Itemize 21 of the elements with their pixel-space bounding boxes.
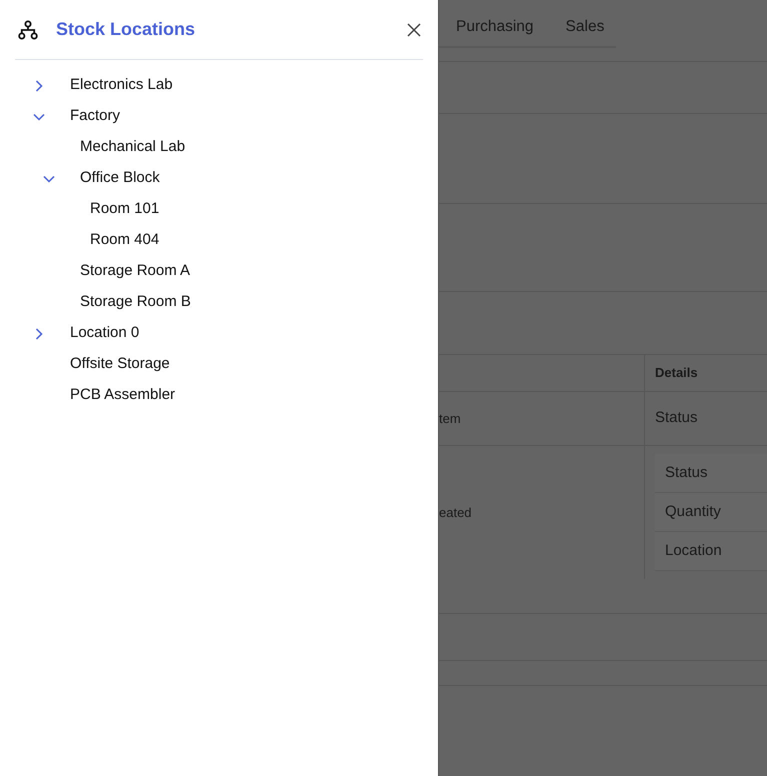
tree-item[interactable]: Electronics Lab	[70, 74, 173, 97]
tree-item[interactable]: Office Block	[80, 167, 160, 190]
tree-item[interactable]: Offsite Storage	[70, 353, 170, 376]
column-header: Details	[655, 364, 698, 382]
table-cell-text: tem	[439, 410, 461, 428]
tree-item[interactable]: Storage Room B	[80, 291, 191, 314]
tree-item[interactable]: Mechanical Lab	[80, 136, 186, 159]
table-cell-text: eated	[439, 504, 472, 522]
tree-item[interactable]: Factory	[70, 105, 120, 128]
hierarchy-icon	[18, 20, 38, 40]
table-cell-text: Status	[655, 408, 698, 428]
close-button[interactable]	[405, 20, 423, 38]
table-cell-text: Location	[665, 540, 722, 561]
table-cell-text: Quantity	[665, 502, 721, 522]
tree-item[interactable]: Location 0	[70, 322, 140, 345]
drawer-title: Stock Locations	[56, 18, 196, 41]
tree-item[interactable]: Room 101	[90, 198, 160, 221]
tree-item[interactable]: Room 404	[90, 229, 160, 252]
tree-item[interactable]: PCB Assembler	[70, 384, 176, 407]
table-cell-text: Status	[665, 462, 708, 483]
tree-item[interactable]: Storage Room A	[80, 260, 190, 283]
